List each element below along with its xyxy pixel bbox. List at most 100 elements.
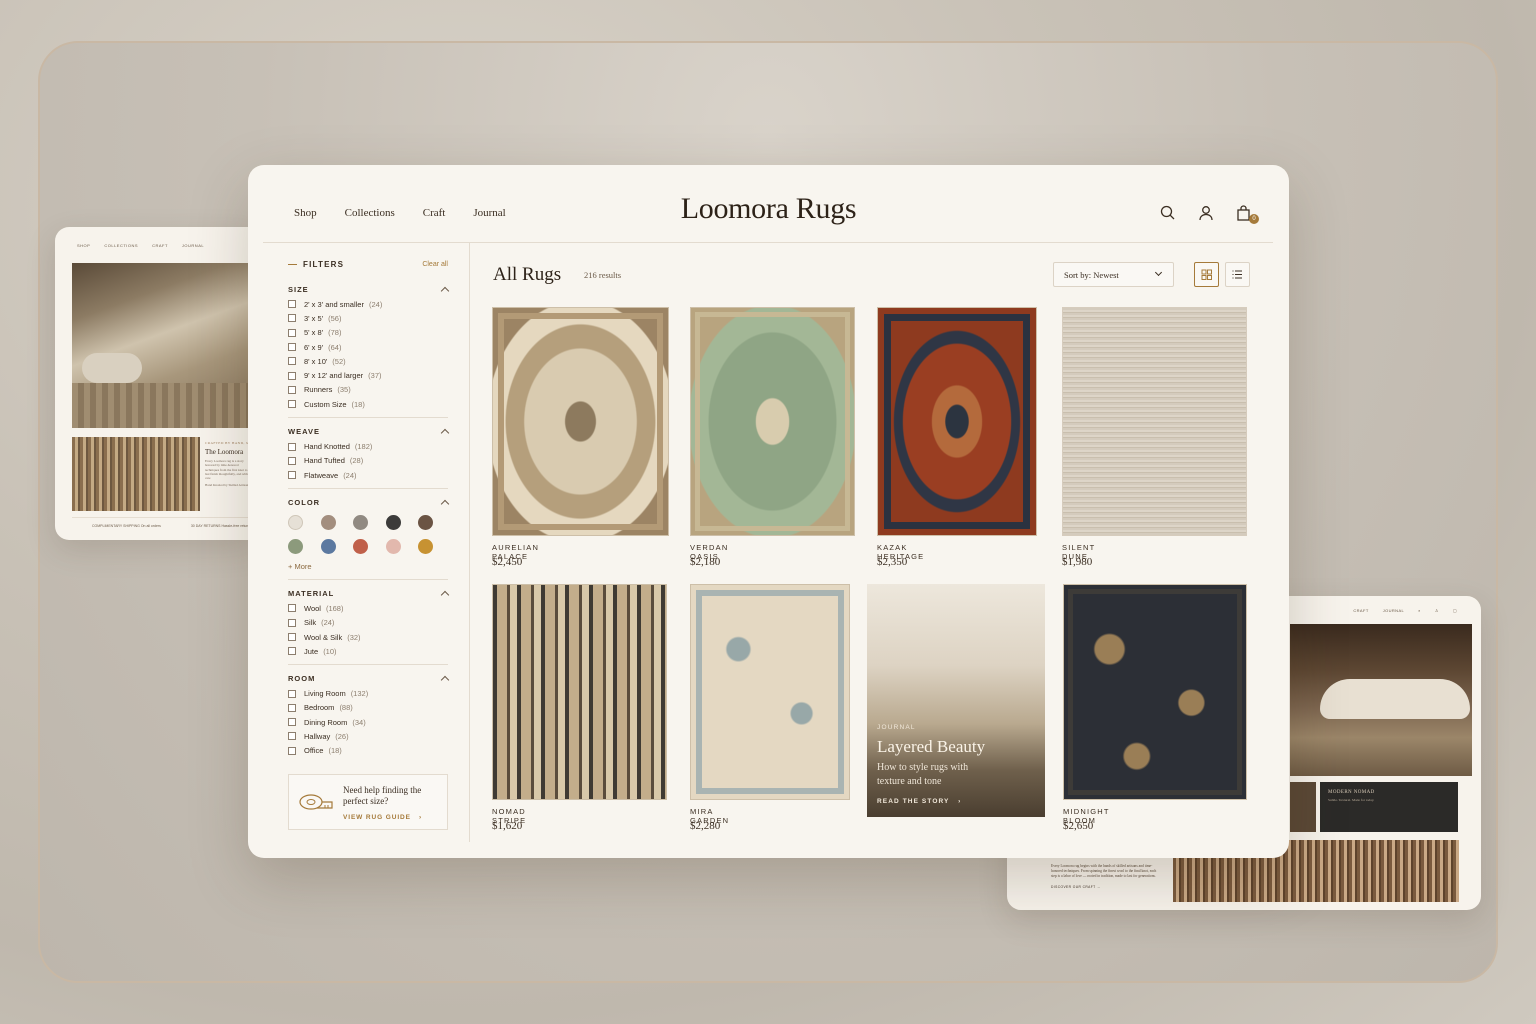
journal-card[interactable]: JOURNAL Layered Beauty How to style rugs… (867, 584, 1045, 817)
checkbox[interactable] (288, 718, 296, 727)
product-price: $1,620 (492, 820, 523, 832)
craft-description-text: Every Loomora rug begins with the hands … (1051, 864, 1157, 878)
material-option[interactable]: Wool (168) (288, 601, 448, 615)
grid-view-button[interactable] (1194, 262, 1219, 287)
weave-option[interactable]: Hand Tufted (28) (288, 454, 448, 468)
product-image[interactable] (877, 307, 1037, 536)
more-colors-link[interactable]: + More (288, 562, 448, 571)
product-image[interactable] (1062, 307, 1247, 536)
material-option[interactable]: Wool & Silk (32) (288, 630, 448, 644)
checkbox[interactable] (288, 357, 296, 366)
chevron-up-icon[interactable] (440, 675, 450, 685)
color-swatch[interactable] (353, 539, 368, 555)
nav-collections[interactable]: Collections (345, 207, 395, 219)
option-count: (24) (321, 618, 335, 628)
size-option[interactable]: Custom Size (18) (288, 397, 448, 411)
checkbox[interactable] (288, 371, 296, 380)
product-image[interactable] (690, 584, 850, 800)
clear-all-link[interactable]: Clear all (422, 261, 448, 268)
room-option[interactable]: Living Room (132) (288, 686, 448, 700)
size-filter-header[interactable]: SIZE (288, 282, 450, 296)
weave-option[interactable]: Hand Knotted (182) (288, 439, 448, 453)
cart-count-badge: 0 (1249, 214, 1259, 224)
checkbox[interactable] (288, 647, 296, 656)
color-swatch[interactable] (288, 539, 303, 555)
checkbox[interactable] (288, 703, 296, 712)
size-option[interactable]: 9' x 12' and larger (37) (288, 368, 448, 382)
checkbox[interactable] (288, 314, 296, 323)
option-count: (78) (328, 328, 342, 338)
size-option[interactable]: 6' x 9' (64) (288, 340, 448, 354)
checkbox[interactable] (288, 618, 296, 627)
checkbox[interactable] (288, 471, 296, 480)
color-swatch[interactable] (320, 539, 336, 555)
view-rug-guide-link[interactable]: VIEW RUG GUIDE › (343, 814, 422, 821)
checkbox[interactable] (288, 300, 296, 309)
nav-craft[interactable]: Craft (423, 207, 446, 219)
modern-nomad-title: MODERN NOMAD (1328, 790, 1375, 795)
room-filter-group: ROOM Living Room (132) Bedroom (88) Dining… (288, 671, 450, 763)
color-swatch[interactable] (320, 515, 336, 531)
checkbox[interactable] (288, 385, 296, 394)
room-option[interactable]: Office (18) (288, 744, 448, 758)
checkbox[interactable] (288, 328, 296, 337)
size-option[interactable]: 2' x 3' and smaller (24) (288, 297, 448, 311)
material-filter-header[interactable]: MATERIAL (288, 586, 450, 600)
size-option[interactable]: 3' x 5' (56) (288, 311, 448, 325)
vase-image (1290, 782, 1316, 832)
color-filter-header[interactable]: COLOR (288, 495, 450, 509)
color-swatch[interactable] (288, 515, 303, 531)
room-filter-header[interactable]: ROOM (288, 671, 450, 685)
brand-logo[interactable]: Loomora Rugs (681, 192, 857, 225)
journal-title: Layered Beauty (877, 737, 986, 756)
size-option[interactable]: Runners (35) (288, 383, 448, 397)
color-swatch[interactable] (418, 515, 433, 531)
material-option[interactable]: Jute (10) (288, 644, 448, 658)
product-image[interactable] (492, 307, 669, 536)
size-option[interactable]: 5' x 8' (78) (288, 326, 448, 340)
checkbox[interactable] (288, 633, 296, 641)
color-swatch[interactable] (385, 539, 401, 555)
nav-journal[interactable]: Journal (473, 207, 505, 219)
read-story-link[interactable]: READ THE STORY › (877, 798, 961, 805)
checkbox[interactable] (288, 442, 296, 451)
color-swatch[interactable] (385, 515, 401, 531)
chevron-up-icon[interactable] (440, 590, 450, 600)
cart-icon[interactable]: 0 (1235, 204, 1259, 224)
option-count: (132) (350, 689, 369, 699)
color-swatch[interactable] (418, 539, 433, 555)
option-label: 6' x 9' (304, 342, 324, 352)
size-option[interactable]: 8' x 10' (52) (288, 354, 448, 368)
room-option[interactable]: Dining Room (34) (288, 715, 448, 729)
weave-filter-header[interactable]: WEAVE (288, 424, 450, 438)
nav-shop[interactable]: Shop (294, 207, 317, 219)
chevron-up-icon[interactable] (440, 286, 450, 295)
curved-sofa-image (1320, 679, 1470, 719)
checkbox[interactable] (288, 746, 296, 755)
option-label: Wool (304, 603, 321, 613)
product-image[interactable] (690, 307, 855, 536)
checkbox[interactable] (288, 732, 296, 741)
material-option[interactable]: Silk (24) (288, 616, 448, 630)
room-option[interactable]: Hallway (26) (288, 729, 448, 743)
returns-note: 30 DAY RETURNS Hassle-free returns (190, 524, 252, 528)
checkbox[interactable] (288, 456, 296, 465)
account-icon[interactable] (1197, 204, 1215, 222)
product-image[interactable] (492, 584, 667, 800)
chevron-up-icon[interactable] (440, 499, 450, 509)
checkbox[interactable] (288, 400, 296, 409)
list-view-button[interactable] (1225, 262, 1250, 287)
weave-option[interactable]: Flatweave (24) (288, 468, 448, 482)
room-option[interactable]: Bedroom (88) (288, 701, 448, 715)
search-icon[interactable] (1159, 204, 1177, 222)
option-label: 3' x 5' (304, 313, 324, 323)
checkbox[interactable] (288, 343, 296, 352)
checkbox[interactable] (288, 604, 296, 613)
list-icon (1232, 270, 1242, 279)
color-swatch[interactable] (353, 515, 368, 531)
option-count: (168) (325, 603, 344, 613)
chevron-up-icon[interactable] (440, 428, 450, 438)
checkbox[interactable] (288, 689, 296, 698)
sort-dropdown[interactable]: Sort by: Newest (1053, 262, 1174, 287)
product-image[interactable] (1063, 584, 1247, 800)
